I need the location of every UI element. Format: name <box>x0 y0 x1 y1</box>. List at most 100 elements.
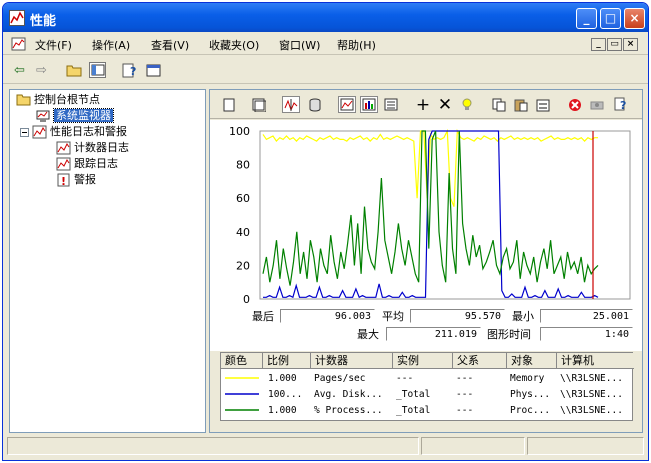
y-tick-label: 60 <box>236 192 250 205</box>
legend-scale: 100... <box>268 389 303 400</box>
delete-counter-icon[interactable]: ✕ <box>436 95 454 115</box>
minimum-value: 25.001 <box>540 309 633 323</box>
mdi-minimize-button[interactable]: _ <box>591 38 606 51</box>
tree-node-trace-logs[interactable]: 跟踪日志 <box>56 156 118 171</box>
trace-log-icon <box>56 157 71 171</box>
legend-object: Phys... <box>510 389 551 400</box>
legend-object: Proc... <box>510 405 551 416</box>
status-pane-3 <box>527 437 644 455</box>
y-tick-label: 80 <box>236 159 250 172</box>
mdi-restore-button[interactable]: ▭ <box>607 38 622 51</box>
status-bar <box>7 436 644 456</box>
view-log-data-icon[interactable] <box>306 96 324 113</box>
menu-file[interactable]: 文件(F) <box>35 37 72 53</box>
up-folder-icon[interactable] <box>65 62 82 78</box>
system-monitor-pane: + ✕ ? 100 80 60 40 20 0 最后 96.003 平均 95.570 最… <box>209 89 643 433</box>
view-graph-icon[interactable] <box>338 96 356 113</box>
legend-header-color[interactable]: 颜色 <box>221 353 263 369</box>
menu-favorites[interactable]: 收藏夹(O) <box>209 37 259 53</box>
menu-window[interactable]: 窗口(W) <box>279 37 320 53</box>
forward-arrow-icon[interactable]: ⇨ <box>33 62 50 78</box>
add-counter-icon[interactable]: + <box>414 95 432 115</box>
legend-computer: \\R3LSNE... <box>560 373 623 384</box>
y-tick-label: 20 <box>236 259 250 272</box>
legend-object: Memory <box>510 373 545 384</box>
menu-help[interactable]: 帮助(H) <box>337 37 376 53</box>
clear-display-icon[interactable] <box>250 96 268 113</box>
y-tick-label: 100 <box>229 125 250 138</box>
legend-header-computer[interactable]: 计算机 <box>557 353 634 369</box>
legend-color-swatch <box>225 387 259 402</box>
console-tree: 控制台根节点 系统监视器 性能日志和警报 计数器日志 跟踪日志 ! 警报 <box>9 89 206 433</box>
y-tick-label: 40 <box>236 226 250 239</box>
paste-counter-list-icon[interactable] <box>512 96 530 113</box>
legend-color-swatch <box>225 403 259 418</box>
legend-header-object[interactable]: 对象 <box>507 353 557 369</box>
legend-instance: --- <box>396 373 414 384</box>
tree-node-counter-logs[interactable]: 计数器日志 <box>56 140 129 155</box>
y-tick-label: 0 <box>243 293 250 306</box>
svg-text:?: ? <box>620 99 626 112</box>
menu-bar: 文件(F) 操作(A) 查看(V) 收藏夹(O) 窗口(W) 帮助(H) _ ▭… <box>3 33 648 55</box>
main-toolbar: ⇦ ⇨ ? <box>3 56 648 84</box>
legend-header-scale[interactable]: 比例 <box>263 353 311 369</box>
perf-logs-icon <box>32 125 47 139</box>
update-data-icon[interactable] <box>588 96 606 113</box>
minimum-label: 最小 <box>512 310 534 323</box>
new-counter-set-icon[interactable] <box>220 96 238 113</box>
maximize-button[interactable]: □ <box>600 8 621 29</box>
legend-computer: \\R3LSNE... <box>560 405 623 416</box>
maximum-label: 最大 <box>357 328 379 341</box>
menu-view[interactable]: 查看(V) <box>151 37 189 53</box>
svg-text:?: ? <box>130 65 136 78</box>
close-button[interactable]: × <box>624 8 645 29</box>
legend-instance: _Total <box>396 389 431 400</box>
legend-computer: \\R3LSNE... <box>560 389 623 400</box>
minimize-button[interactable]: _ <box>576 8 597 29</box>
legend-color-swatch <box>225 371 259 386</box>
graph-time-value: 1:40 <box>540 327 633 341</box>
window-title: 性能 <box>30 14 57 29</box>
title-bar: 性能 _ □ × <box>3 3 648 32</box>
back-arrow-icon[interactable]: ⇦ <box>11 62 28 78</box>
collapse-minus-icon[interactable] <box>20 125 30 139</box>
view-current-activity-icon[interactable] <box>282 96 300 113</box>
view-histogram-icon[interactable] <box>360 96 378 113</box>
legend-scale: 1.000 <box>268 373 297 384</box>
legend-header-instance[interactable]: 实例 <box>393 353 453 369</box>
legend-parent: --- <box>456 389 474 400</box>
last-value: 96.003 <box>280 309 375 323</box>
copy-properties-icon[interactable] <box>490 96 508 113</box>
folder-icon <box>16 93 31 107</box>
view-report-icon[interactable] <box>382 96 400 113</box>
menu-action[interactable]: 操作(A) <box>92 37 130 53</box>
legend-header-counter[interactable]: 计数器 <box>311 353 393 369</box>
tree-node-alerts[interactable]: ! 警报 <box>56 172 96 188</box>
status-pane-main <box>7 437 419 455</box>
legend-counter: Pages/sec <box>314 373 366 384</box>
help-icon[interactable]: ? <box>121 62 138 78</box>
counter-legend: 颜色 比例 计数器 实例 父系 对象 计算机 1.000 Pages/sec -… <box>220 352 634 421</box>
tree-node-system-monitor[interactable]: 系统监视器 <box>36 108 114 123</box>
mdi-close-button[interactable]: × <box>623 38 638 51</box>
show-hide-tree-icon[interactable] <box>89 62 106 78</box>
monitor-toolbar: + ✕ ? <box>210 90 642 119</box>
system-monitor-icon <box>36 109 51 123</box>
highlight-icon[interactable] <box>458 96 476 113</box>
performance-app-icon <box>9 10 25 26</box>
freeze-display-icon[interactable] <box>566 96 584 113</box>
mdi-document-icon[interactable] <box>11 36 27 52</box>
properties-icon[interactable] <box>534 96 552 113</box>
average-label: 平均 <box>382 310 404 323</box>
status-pane-2 <box>421 437 525 455</box>
legend-counter: % Process... <box>314 405 383 416</box>
legend-header-parent[interactable]: 父系 <box>453 353 507 369</box>
properties-window-icon[interactable] <box>145 62 162 78</box>
legend-instance: _Total <box>396 405 431 416</box>
counter-log-icon <box>56 141 71 155</box>
tree-node-console-root[interactable]: 控制台根节点 <box>16 92 100 107</box>
tree-node-perf-logs[interactable]: 性能日志和警报 <box>20 124 127 139</box>
graph-time-label: 图形时间 <box>487 328 531 341</box>
last-label: 最后 <box>252 310 274 323</box>
monitor-help-icon[interactable]: ? <box>612 96 630 113</box>
